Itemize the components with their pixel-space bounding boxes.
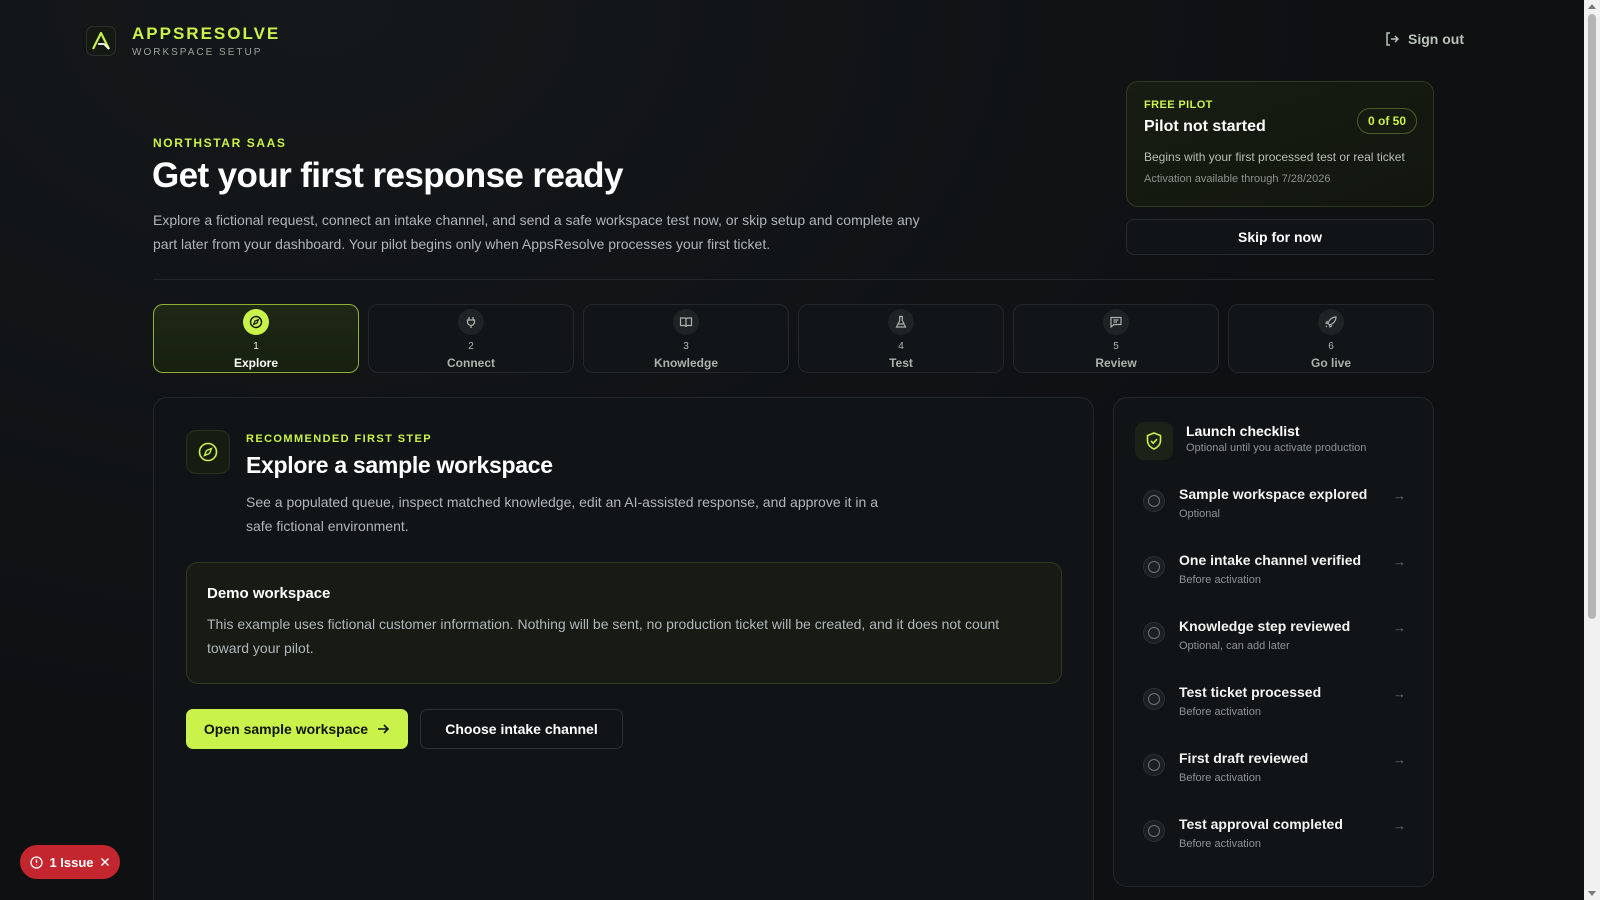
shield-check-icon [1135,422,1173,460]
page-scrollbar[interactable] [1584,0,1600,900]
status-circle-icon [1143,754,1165,776]
scroll-up-icon[interactable] [1588,4,1596,9]
step-label: Knowledge [653,356,718,370]
checklist-item-note: Optional [1179,508,1220,520]
issue-label: 1 Issue [49,854,94,870]
pilot-count-badge: 0 of 50 [1356,108,1417,134]
step-number: 3 [683,341,689,352]
pilot-description: Begins with your first processed test or… [1144,150,1405,164]
checklist-subtitle: Optional until you activate production [1186,442,1367,454]
sign-out-label: Sign out [1408,31,1464,47]
card-eyebrow: RECOMMENDED FIRST STEP [246,433,433,445]
checklist-item-name: Test approval completed [1179,816,1343,832]
plug-icon [458,309,484,335]
explore-card: RECOMMENDED FIRST STEP Explore a sample … [153,397,1094,900]
arrow-right-icon: → [1393,818,1406,833]
pilot-activation-date: Activation available through 7/28/2026 [1144,173,1331,185]
sign-out-icon [1386,32,1400,46]
checklist-item-note: Before activation [1179,838,1261,850]
step-label: Test [889,356,913,370]
checklist-item[interactable]: Sample workspace explored Optional → [1114,486,1433,552]
brand-subtitle: WORKSPACE SETUP [132,47,263,58]
checklist-item-note: Optional, can add later [1179,640,1290,652]
close-icon[interactable] [100,857,110,867]
issue-badge[interactable]: 1 Issue [20,845,120,879]
step-tab-go-live[interactable]: 6 Go live [1228,304,1434,373]
checklist-item[interactable]: Test ticket processed Before activation … [1114,684,1433,750]
scroll-down-icon[interactable] [1588,891,1596,896]
arrow-right-icon: → [1393,752,1406,767]
step-number: 2 [468,341,474,352]
checklist-item[interactable]: Test approval completed Before activatio… [1114,816,1433,882]
arrow-right-icon: → [1393,488,1406,503]
arrow-right-icon: → [1393,554,1406,569]
arrow-right-icon [378,724,390,734]
page-description: Explore a fictional request, connect an … [153,212,920,252]
arrow-right-icon: → [1393,686,1406,701]
checklist-item[interactable]: First draft reviewed Before activation → [1114,750,1433,816]
checklist-item-note: Before activation [1179,706,1261,718]
card-description: See a populated queue, inspect matched k… [246,494,878,534]
status-circle-icon [1143,622,1165,644]
logo-icon [86,26,116,56]
button-label: Open sample workspace [203,721,369,737]
company-name: NORTHSTAR SAAS [153,136,287,150]
brand: APPSRESOLVE WORKSPACE SETUP [86,24,280,58]
sign-out-button[interactable]: Sign out [1384,31,1464,47]
checklist-item-note: Before activation [1179,574,1261,586]
demo-workspace-notice: Demo workspace This example uses fiction… [186,562,1062,684]
alert-icon [30,855,44,869]
divider [153,279,1434,280]
status-circle-icon [1143,820,1165,842]
step-tab-review[interactable]: 5 Review [1013,304,1219,373]
step-label: Go live [1310,356,1351,370]
checklist-item-name: Test ticket processed [1179,684,1322,700]
launch-checklist: Launch checklist Optional until you acti… [1113,397,1434,887]
setup-page: APPSRESOLVE WORKSPACE SETUP Sign out NOR… [0,0,1584,900]
step-tabs: 1 Explore 2 Connect 3 Knowledge 4 Test 5… [153,304,1434,373]
pilot-status-card: FREE PILOT Pilot not started 0 of 50 Beg… [1126,81,1434,207]
card-title: Explore a sample workspace [246,452,553,478]
compass-icon [186,430,230,474]
step-tab-connect[interactable]: 2 Connect [368,304,574,373]
step-label: Connect [447,356,495,370]
step-number: 6 [1328,341,1334,352]
checklist-title: Launch checklist [1186,423,1300,439]
checklist-item-name: Sample workspace explored [1179,486,1368,502]
page-title: Get your first response ready [152,156,623,195]
demo-title: Demo workspace [207,585,331,602]
skip-button[interactable]: Skip for now [1126,219,1434,255]
rocket-icon [1318,309,1344,335]
checklist-item-name: One intake channel verified [1179,552,1362,568]
step-label: Explore [233,356,278,370]
demo-text: This example uses fictional customer inf… [207,616,1000,656]
open-sample-workspace-button[interactable]: Open sample workspace [186,709,408,749]
step-number: 4 [898,341,904,352]
checklist-item-name: Knowledge step reviewed [1179,618,1351,634]
status-circle-icon [1143,490,1165,512]
step-number: 1 [253,341,259,352]
checklist-item[interactable]: Knowledge step reviewed Optional, can ad… [1114,618,1433,684]
flask-icon [888,309,914,335]
message-icon [1103,309,1129,335]
brand-name: APPSRESOLVE [132,24,281,43]
scrollbar-thumb[interactable] [1588,14,1596,619]
checklist-item-name: First draft reviewed [1179,750,1309,766]
step-tab-explore[interactable]: 1 Explore [153,304,359,373]
checklist-item[interactable]: One intake channel verified Before activ… [1114,552,1433,618]
step-tab-knowledge[interactable]: 3 Knowledge [583,304,789,373]
step-tab-test[interactable]: 4 Test [798,304,1004,373]
book-icon [673,309,699,335]
status-circle-icon [1143,556,1165,578]
step-label: Review [1095,356,1137,370]
status-circle-icon [1143,688,1165,710]
choose-intake-channel-button[interactable]: Choose intake channel [420,709,623,749]
step-number: 5 [1113,341,1119,352]
compass-icon [243,309,269,335]
checklist-item-note: Before activation [1179,772,1261,784]
arrow-right-icon: → [1393,620,1406,635]
